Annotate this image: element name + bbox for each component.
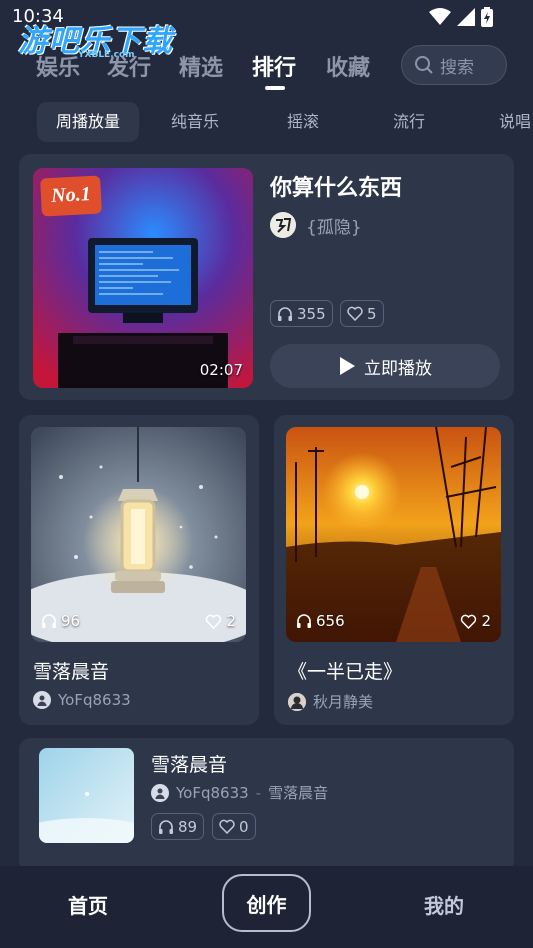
track-author[interactable]: {孤隐} bbox=[270, 212, 362, 238]
create-button[interactable]: 创作 bbox=[222, 874, 311, 932]
top-ranked-card[interactable]: No.1 02:07 你算什么东西 {孤隐} 355 5 立即播放 bbox=[19, 154, 514, 400]
chip-rock[interactable]: 摇滚 bbox=[287, 102, 319, 142]
nav-home[interactable]: 首页 bbox=[68, 890, 108, 919]
track-cover-image[interactable]: 656 2 bbox=[286, 427, 501, 642]
separator: - bbox=[255, 783, 262, 802]
track-cover-image[interactable]: 96 2 bbox=[31, 427, 246, 642]
heart-icon bbox=[461, 614, 477, 629]
battery-icon bbox=[481, 7, 493, 27]
like-count-value: 2 bbox=[226, 612, 236, 630]
author-name: {孤隐} bbox=[306, 217, 362, 238]
play-now-button[interactable]: 立即播放 bbox=[270, 344, 500, 388]
listen-count: 656 bbox=[296, 612, 345, 630]
heart-icon bbox=[206, 614, 222, 629]
create-label: 创作 bbox=[246, 892, 287, 917]
track-subtitle: 雪落晨音 bbox=[268, 784, 329, 802]
track-title[interactable]: 雪落晨音 bbox=[151, 750, 227, 777]
rank-badge: No.1 bbox=[40, 175, 102, 217]
top-nav: 娱乐 发行 精选 排行 收藏 搜索 bbox=[0, 40, 533, 96]
heart-icon bbox=[347, 306, 363, 321]
track-duration: 02:07 bbox=[199, 361, 243, 379]
heart-icon bbox=[219, 819, 235, 834]
track-title[interactable]: 《一半已走》 bbox=[288, 657, 402, 684]
headphones-icon bbox=[42, 614, 56, 628]
play-icon bbox=[340, 357, 355, 375]
listen-count-value: 89 bbox=[178, 817, 198, 836]
like-count[interactable]: 2 bbox=[205, 612, 236, 630]
track-author[interactable]: YoFq8633 - 雪落晨音 bbox=[151, 782, 328, 803]
chip-rap[interactable]: 说唱 bbox=[499, 102, 531, 142]
tab-release[interactable]: 发行 bbox=[107, 50, 151, 82]
author-avatar bbox=[288, 692, 306, 711]
user-avatar-icon bbox=[151, 783, 169, 802]
listen-count-value: 96 bbox=[61, 612, 81, 630]
author-name: YoFq8633 bbox=[176, 783, 249, 802]
headphones-icon bbox=[297, 614, 311, 628]
author-avatar bbox=[270, 212, 296, 238]
track-cover-image[interactable] bbox=[39, 748, 134, 843]
like-count[interactable]: 0 bbox=[212, 813, 256, 840]
tab-entertainment[interactable]: 娱乐 bbox=[36, 50, 80, 82]
user-avatar-icon bbox=[33, 691, 51, 709]
search-label: 搜索 bbox=[440, 57, 474, 78]
status-icons bbox=[429, 7, 493, 27]
active-tab-indicator bbox=[265, 86, 285, 90]
chip-pop[interactable]: 流行 bbox=[393, 102, 425, 142]
tab-ranking[interactable]: 排行 bbox=[252, 50, 296, 82]
listen-count-value: 355 bbox=[297, 304, 326, 323]
hero-cover-image[interactable]: No.1 02:07 bbox=[33, 168, 253, 388]
signal-icon bbox=[457, 8, 475, 26]
like-count-value: 2 bbox=[481, 612, 491, 630]
headphones-icon bbox=[159, 819, 173, 834]
search-icon bbox=[415, 56, 433, 74]
headphones-icon bbox=[278, 306, 292, 321]
track-card[interactable]: 96 2 雪落晨音 YoFq8633 bbox=[19, 415, 259, 725]
tab-favorites[interactable]: 收藏 bbox=[326, 50, 370, 82]
chip-instrumental[interactable]: 纯音乐 bbox=[171, 102, 219, 142]
track-title[interactable]: 雪落晨音 bbox=[33, 657, 109, 684]
listen-count: 355 bbox=[270, 300, 333, 327]
author-name: 秋月静美 bbox=[313, 693, 374, 711]
listen-count: 89 bbox=[151, 813, 205, 840]
bottom-nav: 首页 创作 我的 bbox=[0, 866, 533, 948]
author-name: YoFq8633 bbox=[58, 691, 131, 709]
wifi-icon bbox=[429, 8, 451, 25]
track-title[interactable]: 你算什么东西 bbox=[270, 170, 402, 202]
category-tabs: 周播放量 纯音乐 摇滚 流行 说唱 bbox=[0, 102, 533, 142]
like-count-value: 0 bbox=[239, 817, 249, 836]
like-count[interactable]: 5 bbox=[340, 300, 384, 327]
like-count-value: 5 bbox=[367, 304, 377, 323]
like-count[interactable]: 2 bbox=[460, 612, 491, 630]
play-now-label: 立即播放 bbox=[364, 358, 432, 379]
track-card[interactable]: 656 2 《一半已走》 秋月静美 bbox=[274, 415, 514, 725]
track-author[interactable]: 秋月静美 bbox=[288, 691, 373, 712]
listen-count-value: 656 bbox=[316, 612, 345, 630]
track-author[interactable]: YoFq8633 bbox=[33, 691, 131, 709]
list-item[interactable]: 雪落晨音 YoFq8633 - 雪落晨音 89 0 bbox=[19, 738, 514, 873]
listen-count: 96 bbox=[41, 612, 80, 630]
chip-weekly-plays[interactable]: 周播放量 bbox=[37, 102, 140, 142]
nav-mine[interactable]: 我的 bbox=[424, 890, 464, 919]
search-button[interactable]: 搜索 bbox=[401, 45, 507, 85]
tab-featured[interactable]: 精选 bbox=[179, 50, 223, 82]
